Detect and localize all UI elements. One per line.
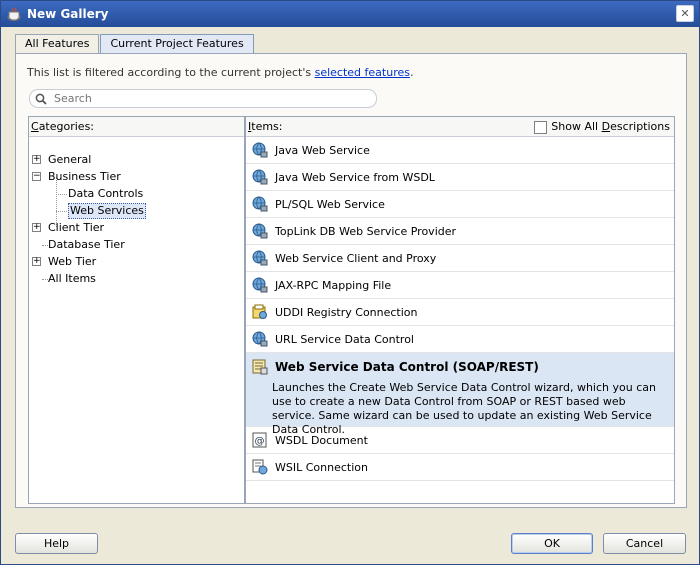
items-header: Items: Show All Descriptions bbox=[246, 117, 674, 137]
checkbox-box[interactable] bbox=[534, 120, 548, 134]
wsdl-icon: @ bbox=[252, 432, 267, 448]
globe-icon bbox=[252, 250, 268, 266]
categories-mnemonic: C bbox=[31, 120, 39, 133]
help-button-label: Help bbox=[43, 537, 70, 550]
tree-item-all-items[interactable]: All Items bbox=[29, 270, 243, 287]
tree-item-label: Client Tier bbox=[48, 221, 105, 234]
item-label: Java Web Service bbox=[275, 143, 370, 157]
filter-note-text: This list is filtered according to the c… bbox=[27, 66, 312, 79]
item-label: UDDI Registry Connection bbox=[275, 305, 418, 319]
tree-item-business-tier[interactable]: − Business Tier bbox=[29, 168, 243, 185]
item-label: URL Service Data Control bbox=[275, 332, 414, 346]
list-item[interactable]: @ WSDL Document bbox=[246, 427, 674, 454]
items-header-text: tems: bbox=[251, 120, 283, 133]
categories-header: Categories: bbox=[29, 117, 244, 137]
registry-icon bbox=[252, 304, 267, 319]
close-button[interactable]: ✕ bbox=[676, 5, 694, 22]
svg-text:@: @ bbox=[255, 436, 265, 447]
item-label: WSDL Document bbox=[275, 433, 368, 447]
item-label: Web Service Data Control (SOAP/REST) bbox=[275, 360, 539, 374]
item-label: PL/SQL Web Service bbox=[275, 197, 385, 211]
filter-note-suffix: . bbox=[409, 66, 414, 79]
categories-pane: Categories: + General − Business Tier Da… bbox=[28, 116, 245, 504]
tree-item-label: All Items bbox=[48, 272, 96, 285]
tab-current-project-features[interactable]: Current Project Features bbox=[100, 34, 254, 53]
tree-item-general[interactable]: + General bbox=[29, 151, 243, 168]
items-list: Java Web Service Java Web Service from W… bbox=[246, 137, 674, 481]
tree-item-label: Web Tier bbox=[48, 255, 97, 268]
list-item[interactable]: UDDI Registry Connection bbox=[246, 299, 674, 326]
tree-item-web-tier[interactable]: + Web Tier bbox=[29, 253, 243, 270]
tree-item-database-tier[interactable]: Database Tier bbox=[29, 236, 243, 253]
show-all-label: Show All bbox=[551, 120, 602, 133]
title-bar[interactable]: New Gallery ✕ bbox=[1, 1, 699, 27]
globe-icon bbox=[252, 169, 268, 185]
item-label: TopLink DB Web Service Provider bbox=[275, 224, 457, 238]
item-label: JAX-RPC Mapping File bbox=[275, 278, 392, 292]
tab-all-features[interactable]: All Features bbox=[15, 34, 100, 53]
item-label: Web Service Client and Proxy bbox=[275, 251, 437, 265]
list-item[interactable]: TopLink DB Web Service Provider bbox=[246, 218, 674, 245]
new-gallery-dialog: New Gallery ✕ All Features Current Proje… bbox=[0, 0, 700, 565]
globe-icon bbox=[252, 223, 268, 239]
tree-item-label: Web Services bbox=[68, 203, 146, 219]
items-pane: Items: Show All Descriptions Java Web Se… bbox=[245, 116, 675, 504]
ok-button[interactable]: OK bbox=[511, 533, 593, 554]
tree-item-client-tier[interactable]: + Client Tier bbox=[29, 219, 243, 236]
globe-icon bbox=[252, 331, 268, 347]
categories-header-text: ategories: bbox=[38, 120, 95, 133]
selected-features-link[interactable]: selected features bbox=[315, 66, 410, 79]
globe-icon bbox=[252, 196, 268, 212]
list-item[interactable]: Java Web Service from WSDL bbox=[246, 164, 674, 191]
tree-item-label: Data Controls bbox=[68, 187, 144, 200]
help-button[interactable]: Help bbox=[15, 533, 98, 554]
globe-icon bbox=[252, 142, 268, 158]
tree-item-web-services[interactable]: Web Services bbox=[29, 202, 243, 219]
close-icon: ✕ bbox=[680, 7, 690, 20]
app-cup-icon bbox=[7, 7, 21, 21]
list-item[interactable]: WSIL Connection bbox=[246, 454, 674, 481]
cancel-button[interactable]: Cancel bbox=[603, 533, 686, 554]
selected-item-header: Web Service Data Control (SOAP/REST) bbox=[252, 359, 539, 375]
tree-item-label: General bbox=[48, 153, 92, 166]
show-all-mnemonic: D bbox=[601, 120, 611, 133]
wsil-icon bbox=[252, 459, 268, 475]
list-item[interactable]: Java Web Service bbox=[246, 137, 674, 164]
show-all-descriptions-checkbox[interactable]: Show All Descriptions bbox=[534, 120, 670, 134]
list-item[interactable]: URL Service Data Control bbox=[246, 326, 674, 353]
list-item[interactable]: Web Service Client and Proxy bbox=[246, 245, 674, 272]
filter-note: This list is filtered according to the c… bbox=[27, 66, 413, 79]
search-input[interactable] bbox=[52, 91, 372, 106]
list-item[interactable]: PL/SQL Web Service bbox=[246, 191, 674, 218]
item-label: WSIL Connection bbox=[275, 460, 368, 474]
tree-item-data-controls[interactable]: Data Controls bbox=[29, 185, 243, 202]
list-item[interactable]: JAX-RPC Mapping File bbox=[246, 272, 674, 299]
tab-content: This list is filtered according to the c… bbox=[15, 53, 687, 508]
expand-icon[interactable]: + bbox=[32, 155, 41, 164]
search-box[interactable] bbox=[29, 89, 377, 108]
window-title: New Gallery bbox=[27, 7, 109, 21]
tree-item-label: Database Tier bbox=[48, 238, 125, 251]
expand-icon[interactable]: + bbox=[32, 223, 41, 232]
expand-icon[interactable]: + bbox=[32, 257, 41, 266]
tree-item-label: Business Tier bbox=[48, 170, 121, 183]
collapse-icon[interactable]: − bbox=[32, 172, 41, 181]
search-icon bbox=[35, 93, 47, 105]
globe-icon bbox=[252, 277, 268, 293]
item-label: Java Web Service from WSDL bbox=[275, 170, 435, 184]
tab-bar: All Features Current Project Features bbox=[15, 34, 255, 53]
show-all-label-rest: escriptions bbox=[610, 120, 670, 133]
list-item-selected[interactable]: Web Service Data Control (SOAP/REST) Lau… bbox=[246, 353, 674, 436]
data-control-icon bbox=[252, 359, 268, 375]
